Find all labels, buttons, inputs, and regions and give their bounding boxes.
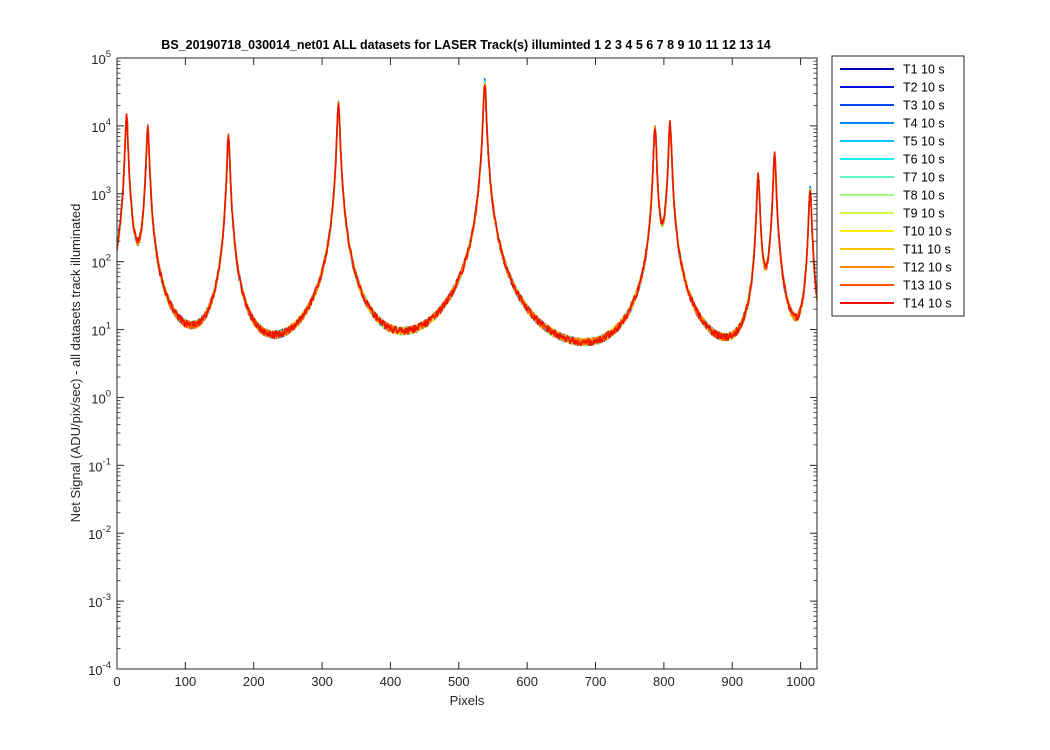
x-axis-label: Pixels xyxy=(450,693,485,708)
legend-label: T10 10 s xyxy=(903,225,952,239)
x-tick-label: 1000 xyxy=(786,674,815,689)
legend-label: T7 10 s xyxy=(903,171,945,185)
plot-area xyxy=(117,58,817,669)
legend-label: T14 10 s xyxy=(903,297,952,311)
x-tick-label: 700 xyxy=(585,674,607,689)
x-tick-label: 900 xyxy=(721,674,743,689)
legend-label: T3 10 s xyxy=(903,99,945,113)
x-tick-label: 0 xyxy=(113,674,120,689)
x-tick-label: 600 xyxy=(516,674,538,689)
chart-figure: BS_20190718_030014_net01 ALL datasets fo… xyxy=(0,0,1050,750)
legend-label: T6 10 s xyxy=(903,153,945,167)
x-tick-label: 200 xyxy=(243,674,265,689)
legend-label: T12 10 s xyxy=(903,261,952,275)
x-tick-label: 400 xyxy=(380,674,402,689)
legend-label: T2 10 s xyxy=(903,81,945,95)
chart-title: BS_20190718_030014_net01 ALL datasets fo… xyxy=(161,38,770,52)
x-tick-label: 500 xyxy=(448,674,470,689)
legend-label: T5 10 s xyxy=(903,135,945,149)
x-tick-label: 300 xyxy=(311,674,333,689)
x-tick-label: 100 xyxy=(175,674,197,689)
legend-label: T13 10 s xyxy=(903,279,952,293)
legend-label: T4 10 s xyxy=(903,117,945,131)
legend-box xyxy=(831,55,965,317)
y-axis-label: Net Signal (ADU/pix/sec) - all datasets … xyxy=(68,204,83,523)
legend-label: T1 10 s xyxy=(903,63,945,77)
legend-label: T9 10 s xyxy=(903,207,945,221)
legend: T1 10 s T2 10 s T3 10 s T4 10 s T5 10 s T6 10… xyxy=(831,55,965,317)
legend-label: T11 10 s xyxy=(903,243,951,257)
x-tick-label: 800 xyxy=(653,674,675,689)
legend-label: T8 10 s xyxy=(903,189,945,203)
